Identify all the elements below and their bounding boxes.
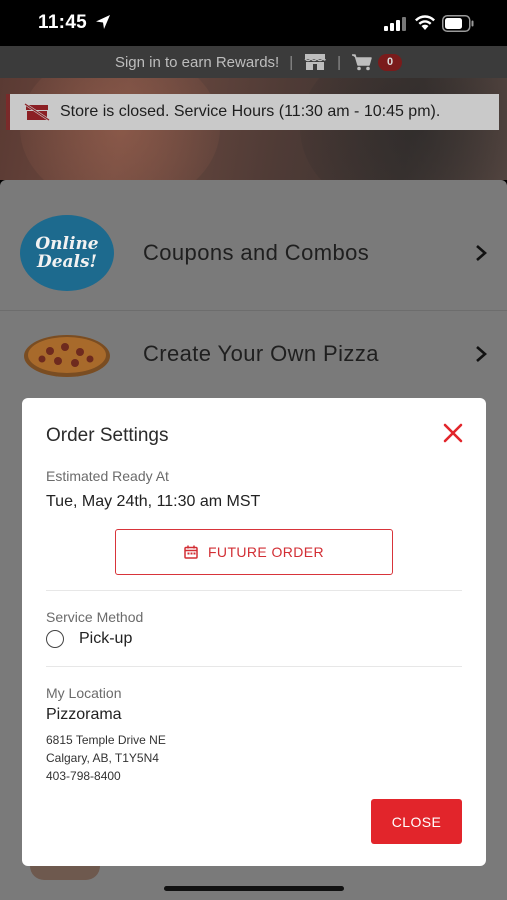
divider xyxy=(46,590,462,591)
location-label: My Location xyxy=(46,685,122,701)
divider: | xyxy=(337,53,342,71)
pizza-image xyxy=(24,334,110,377)
home-indicator[interactable] xyxy=(164,886,344,891)
store-closed-icon xyxy=(24,103,50,121)
wifi-icon xyxy=(415,15,435,30)
battery-icon xyxy=(442,15,474,32)
rewards-bar: Sign in to earn Rewards! | | 0 xyxy=(0,46,507,78)
menu-item-coupons[interactable]: Online Deals! Coupons and Combos xyxy=(0,205,507,301)
address-phone: 403-798-8400 xyxy=(46,769,121,783)
service-label: Service Method xyxy=(46,609,144,625)
menu-item-label: Coupons and Combos xyxy=(143,240,370,265)
cart-count-badge: 0 xyxy=(378,53,403,71)
menu-item-image-partial xyxy=(30,866,100,880)
menu-item-label: Create Your Own Pizza xyxy=(143,341,379,366)
store-closed-banner: Store is closed. Service Hours (11:30 am… xyxy=(6,94,499,130)
sign-in-link[interactable]: Sign in to earn Rewards! xyxy=(115,54,279,71)
location-arrow-icon xyxy=(96,15,110,29)
cart-icon[interactable] xyxy=(351,53,373,71)
ready-label: Estimated Ready At xyxy=(46,468,169,484)
chevron-right-icon xyxy=(476,245,487,261)
pickup-radio[interactable] xyxy=(46,630,64,648)
close-icon[interactable] xyxy=(442,422,464,444)
ready-value: Tue, May 24th, 11:30 am MST xyxy=(46,493,261,510)
deals-text-2: Deals! xyxy=(36,252,98,272)
signal-icon xyxy=(384,17,406,31)
divider xyxy=(46,666,462,667)
online-deals-logo: Online Deals! xyxy=(20,215,114,291)
menu-item-create-pizza[interactable]: Create Your Own Pizza xyxy=(0,306,507,402)
divider: | xyxy=(289,53,294,71)
pickup-label[interactable]: Pick-up xyxy=(79,630,132,648)
store-closed-text: Store is closed. Service Hours (11:30 am… xyxy=(60,103,441,120)
future-order-label: FUTURE ORDER xyxy=(207,544,325,560)
chevron-right-icon xyxy=(476,346,487,362)
address-street: 6815 Temple Drive NE xyxy=(46,733,166,747)
status-bar: 11:45 xyxy=(0,0,507,46)
deals-text-1: Online xyxy=(35,234,99,254)
close-button[interactable]: CLOSE xyxy=(371,799,462,844)
status-time: 11:45 xyxy=(38,12,88,33)
calendar-icon xyxy=(184,545,198,559)
location-name: Pizzorama xyxy=(46,706,122,723)
store-icon[interactable] xyxy=(303,53,327,71)
order-settings-modal: Order Settings Estimated Ready At Tue, M… xyxy=(22,398,486,866)
modal-title: Order Settings xyxy=(46,425,169,446)
address-city: Calgary, AB, T1Y5N4 xyxy=(46,751,159,765)
future-order-button[interactable]: FUTURE ORDER xyxy=(115,529,393,575)
